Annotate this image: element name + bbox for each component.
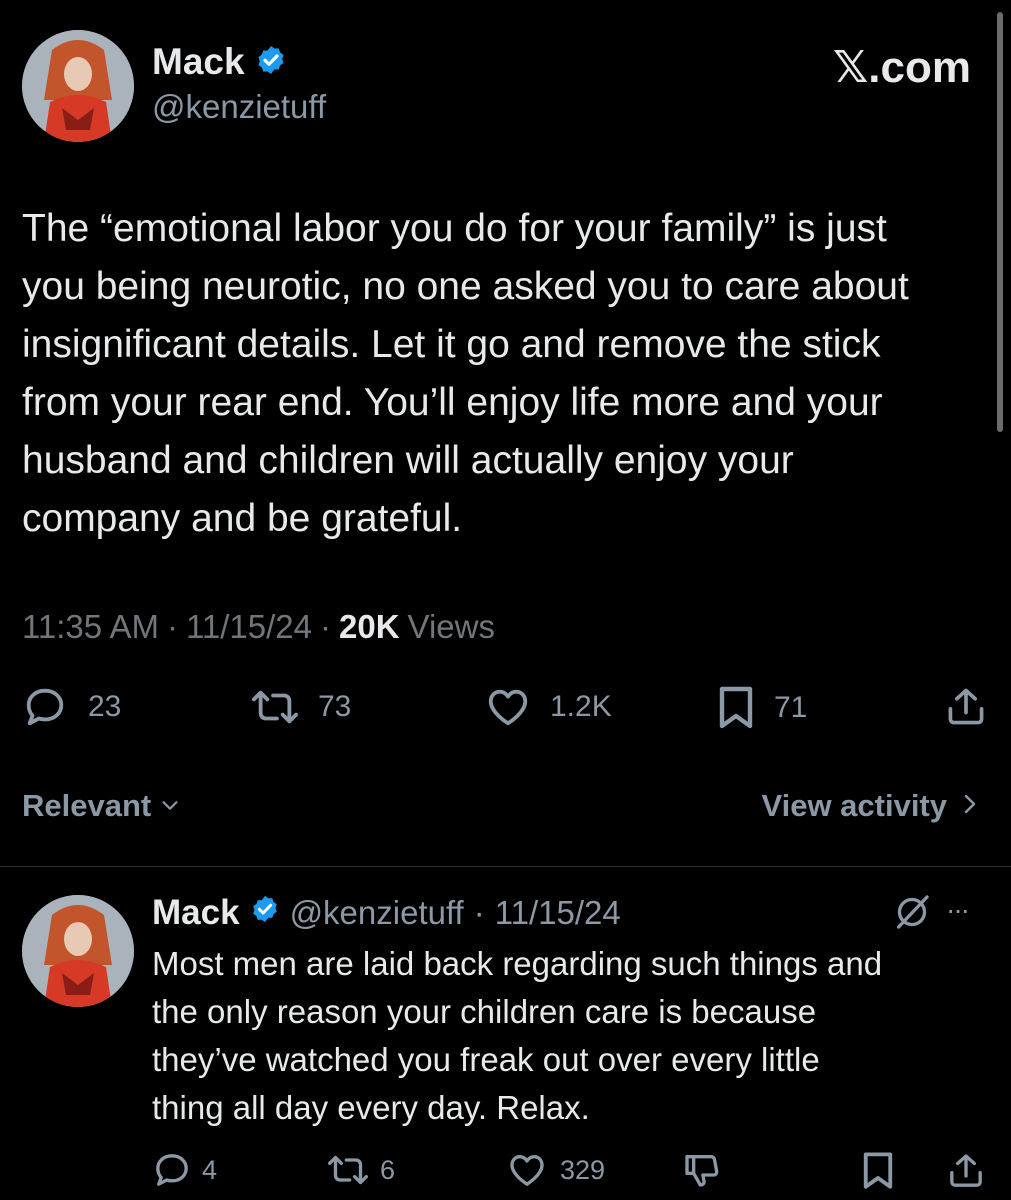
views-label: Views: [407, 608, 495, 645]
meta-separator: ·: [166, 608, 178, 645]
bookmark-icon: [716, 684, 756, 732]
brand-watermark: 𝕏.com: [832, 43, 971, 92]
reply-action[interactable]: 23: [22, 684, 121, 730]
sort-label: Relevant: [22, 788, 152, 823]
reply-text-line: the only reason your children care is be…: [152, 993, 817, 1030]
post-time[interactable]: 11:35 AM: [22, 608, 159, 646]
grok-icon[interactable]: [892, 892, 932, 937]
verified-icon: [250, 894, 280, 932]
repost-icon: [250, 684, 300, 730]
reply-icon: [22, 684, 68, 730]
repost-action[interactable]: 73: [250, 684, 351, 730]
post-text-line: from your rear end. You’ll enjoy life mo…: [22, 381, 883, 424]
more-options-icon[interactable]: ···: [946, 894, 970, 926]
repost-count: 73: [318, 690, 352, 723]
view-activity-label: View activity: [761, 788, 947, 823]
reply-repost-count: 6: [380, 1154, 396, 1185]
reply-count: 23: [88, 690, 122, 723]
like-count: 1.2K: [550, 690, 612, 723]
repost-icon: [326, 1150, 370, 1190]
meta-separator: ·: [320, 608, 331, 645]
share-icon: [946, 1150, 986, 1192]
post-author[interactable]: Mack: [152, 40, 287, 84]
bookmark-count: 71: [774, 691, 808, 724]
post-text-line: husband and children will actually enjoy…: [22, 439, 794, 482]
reply-date[interactable]: 11/15/24: [495, 894, 621, 932]
views-count: 20K: [339, 608, 400, 645]
sort-dropdown[interactable]: Relevant: [22, 788, 181, 824]
share-action[interactable]: [944, 684, 988, 730]
author-handle[interactable]: @kenzietuff: [152, 88, 326, 126]
heart-icon: [506, 1150, 548, 1190]
reply-like-action[interactable]: 329: [506, 1150, 605, 1190]
share-icon: [944, 684, 988, 730]
post-text-line: insignificant details. Let it go and rem…: [22, 323, 881, 366]
reply-separator: ·: [473, 894, 485, 931]
avatar[interactable]: [22, 30, 134, 142]
post-text-line: company and be grateful.: [22, 497, 463, 540]
thumbs-down-icon: [682, 1150, 722, 1190]
reply-avatar[interactable]: [22, 895, 134, 1007]
post-text-line: you being neurotic, no one asked you to …: [22, 265, 909, 308]
author-name[interactable]: Mack: [152, 41, 245, 83]
view-activity-link[interactable]: View activity: [761, 788, 979, 824]
like-action[interactable]: 1.2K: [484, 684, 612, 730]
chevron-down-icon: [159, 788, 181, 824]
heart-icon: [484, 684, 532, 730]
reply-reply-count: 4: [202, 1154, 218, 1185]
reply-header: Mack @kenzietuff · 11/15/24: [152, 890, 621, 936]
post-text: The “emotional labor you do for your fam…: [22, 200, 992, 548]
reply-share-action[interactable]: [946, 1150, 986, 1192]
reply-handle[interactable]: @kenzietuff: [290, 894, 464, 932]
post-text-line: The “emotional labor you do for your fam…: [22, 207, 887, 250]
verified-icon: [255, 44, 287, 81]
reply-text-line: they’ve watched you freak out over every…: [152, 1041, 820, 1078]
reply-text-line: Most men are laid back regarding such th…: [152, 945, 883, 982]
post-date[interactable]: 11/15/24: [186, 608, 312, 646]
reply-icon: [152, 1150, 192, 1190]
reply-bookmark-action[interactable]: [860, 1150, 896, 1192]
reply-reply-action[interactable]: 4: [152, 1150, 217, 1190]
reply-repost-action[interactable]: 6: [326, 1150, 395, 1190]
bookmark-icon: [860, 1150, 896, 1192]
chevron-right-icon: [961, 788, 979, 824]
reply-text-line: thing all day every day. Relax.: [152, 1089, 590, 1126]
reply-like-count: 329: [560, 1154, 606, 1185]
reply-text: Most men are laid back regarding such th…: [152, 940, 997, 1132]
reply-downvote-action[interactable]: [682, 1150, 722, 1190]
scrollbar[interactable]: [997, 12, 1003, 432]
bookmark-action[interactable]: 71: [716, 684, 807, 732]
reply-author-name[interactable]: Mack: [152, 893, 240, 933]
post-meta: 11:35 AM · 11/15/24 · 20K Views: [22, 608, 495, 646]
divider: [0, 866, 1011, 867]
